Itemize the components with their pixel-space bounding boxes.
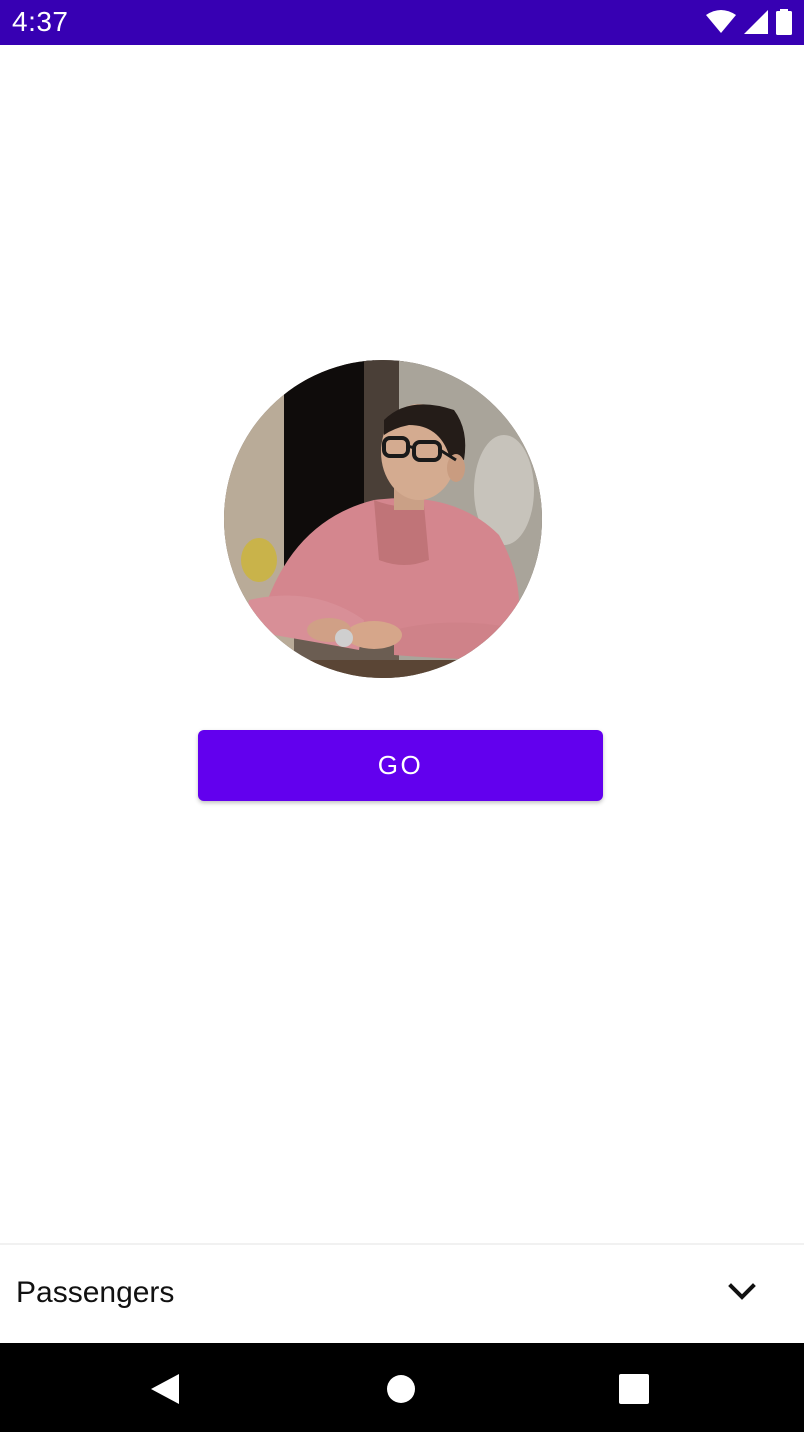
- passengers-dropdown[interactable]: Passengers: [0, 1245, 804, 1343]
- status-icons: [706, 8, 792, 36]
- cellular-signal-icon: [744, 10, 768, 34]
- status-bar: 4:37: [0, 0, 804, 45]
- passengers-label: Passengers: [16, 1276, 175, 1309]
- profile-photo: [224, 360, 542, 678]
- chevron-down-icon[interactable]: [728, 1281, 756, 1303]
- back-icon[interactable]: [147, 1371, 183, 1407]
- recents-icon[interactable]: [616, 1371, 652, 1407]
- navigation-bar: [0, 1343, 804, 1432]
- app-screen: 4:37 GO Passengers: [0, 0, 804, 1432]
- battery-icon: [776, 9, 792, 35]
- home-icon[interactable]: [383, 1371, 419, 1407]
- wifi-icon: [706, 10, 736, 34]
- go-button[interactable]: GO: [198, 730, 603, 801]
- status-time: 4:37: [12, 6, 69, 37]
